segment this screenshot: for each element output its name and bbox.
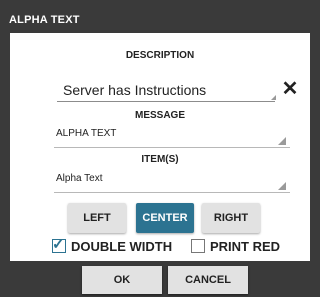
dialog-panel: DESCRIPTION Server has Instructions ✕ ME… xyxy=(10,33,310,261)
alpha-text-dialog: ALPHA TEXT DESCRIPTION Server has Instru… xyxy=(0,0,320,297)
message-label: MESSAGE xyxy=(134,110,185,121)
items-label: ITEM(S) xyxy=(141,154,179,165)
description-label: DESCRIPTION xyxy=(125,50,195,61)
dropdown-arrow-icon xyxy=(278,137,286,145)
align-left-button[interactable]: LEFT xyxy=(68,203,126,233)
checkbox-checked-icon[interactable]: ✓ xyxy=(52,236,66,253)
cancel-button[interactable]: CANCEL xyxy=(168,266,248,294)
items-select[interactable]: Alpha Text xyxy=(54,170,290,193)
checkbox-unchecked-icon[interactable] xyxy=(191,239,205,253)
double-width-label: DOUBLE WIDTH xyxy=(71,238,173,254)
description-value: Server has Instructions xyxy=(63,82,207,98)
message-select[interactable]: ALPHA TEXT xyxy=(54,125,290,148)
align-center-button[interactable]: CENTER xyxy=(136,203,194,233)
close-icon[interactable]: ✕ xyxy=(279,78,301,100)
description-field[interactable]: Server has Instructions xyxy=(57,79,276,102)
field-corner-icon xyxy=(271,95,276,100)
message-selected-value: ALPHA TEXT xyxy=(56,128,117,139)
double-width-checkbox[interactable]: ✓ DOUBLE WIDTH xyxy=(52,236,173,254)
align-right-button[interactable]: RIGHT xyxy=(202,203,260,233)
dialog-title: ALPHA TEXT xyxy=(9,14,80,26)
ok-button[interactable]: OK xyxy=(82,266,162,294)
items-selected-value: Alpha Text xyxy=(56,173,103,184)
dropdown-arrow-icon xyxy=(278,182,286,190)
print-red-label: PRINT RED xyxy=(210,238,281,254)
print-red-checkbox[interactable]: PRINT RED xyxy=(191,238,280,254)
